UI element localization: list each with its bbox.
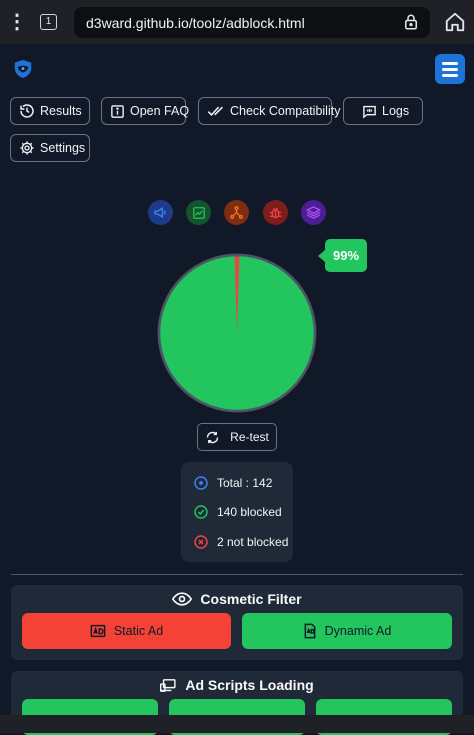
retest-button[interactable]: Re-test <box>197 423 277 451</box>
refresh-icon <box>206 431 219 443</box>
cosmetic-filter-title: Cosmetic Filter <box>11 591 463 607</box>
ads-category[interactable] <box>148 200 173 225</box>
stat-blocked: 140 blocked <box>193 503 282 521</box>
layers-icon <box>306 206 321 219</box>
document-ad-icon <box>304 623 316 639</box>
lock-icon[interactable] <box>402 13 420 31</box>
dot-circle-icon <box>194 476 208 490</box>
home-icon[interactable] <box>444 11 466 33</box>
check-compatibility-button[interactable]: Check Compatibility <box>198 97 340 125</box>
cosmetic-filter-card: Cosmetic Filter Static Ad Dynamic Ad <box>11 585 463 660</box>
dynamic-ad-label: Dynamic Ad <box>324 624 392 638</box>
check-compatibility-label: Check Compatibility <box>230 104 341 118</box>
results-button[interactable]: Results <box>10 97 90 125</box>
section-divider <box>11 574 463 575</box>
url-text[interactable]: d3ward.github.io/toolz/adblock.html <box>86 15 305 31</box>
social-trackers-category[interactable] <box>263 200 288 225</box>
chart-icon <box>192 206 205 219</box>
shield-logo-icon[interactable] <box>12 58 34 80</box>
stat-total: Total : 142 <box>193 474 272 492</box>
logs-label: Logs <box>382 104 410 118</box>
score-circle <box>157 253 317 413</box>
stat-not-blocked: 2 not blocked <box>193 533 288 551</box>
megaphone-icon <box>154 206 166 219</box>
eye-icon <box>172 592 193 606</box>
retest-label: Re-test <box>230 430 269 444</box>
ad-scripts-title-text: Ad Scripts Loading <box>185 677 314 693</box>
static-ad-label: Static Ad <box>113 624 164 638</box>
double-check-icon <box>207 106 223 116</box>
mix-category[interactable] <box>301 200 326 225</box>
browser-menu-icon[interactable]: ⋮ <box>7 10 27 34</box>
menu-button[interactable] <box>435 54 465 84</box>
message-icon <box>363 105 376 119</box>
stat-total-label: Total : 142 <box>217 476 273 490</box>
stat-blocked-label: 140 blocked <box>217 505 282 519</box>
tab-switcher-button[interactable]: 1 <box>40 14 57 30</box>
score-percent-badge: 99% <box>318 239 367 272</box>
check-circle-icon <box>194 505 208 519</box>
gear-icon <box>20 141 34 155</box>
bug-icon <box>269 207 282 219</box>
open-faq-label: Open FAQ <box>130 104 190 118</box>
dynamic-ad-button[interactable]: Dynamic Ad <box>242 613 452 649</box>
browser-toolbar: ⋮ 1 d3ward.github.io/toolz/adblock.html <box>0 0 474 44</box>
error-trackers-category[interactable] <box>224 200 249 225</box>
settings-button[interactable]: Settings <box>10 134 90 162</box>
settings-label: Settings <box>40 141 86 155</box>
analytics-category[interactable] <box>186 200 211 225</box>
info-icon <box>111 104 124 118</box>
ad-icon <box>90 624 106 638</box>
stats-panel: Total : 142 140 blocked 2 not blocked <box>181 462 293 562</box>
logs-button[interactable]: Logs <box>343 97 423 125</box>
history-icon <box>20 104 34 118</box>
x-circle-icon <box>194 535 208 549</box>
static-ad-button[interactable]: Static Ad <box>22 613 231 649</box>
cosmetic-filter-title-text: Cosmetic Filter <box>200 591 302 607</box>
bottom-system-bar <box>0 715 474 733</box>
open-faq-button[interactable]: Open FAQ <box>101 97 190 125</box>
ad-scripts-title: Ad Scripts Loading <box>11 677 463 693</box>
devices-icon <box>160 678 176 692</box>
analytics-icon <box>230 206 243 219</box>
stat-not-blocked-label: 2 not blocked <box>217 535 289 549</box>
address-bar[interactable]: d3ward.github.io/toolz/adblock.html <box>74 7 430 38</box>
results-label: Results <box>40 104 82 118</box>
